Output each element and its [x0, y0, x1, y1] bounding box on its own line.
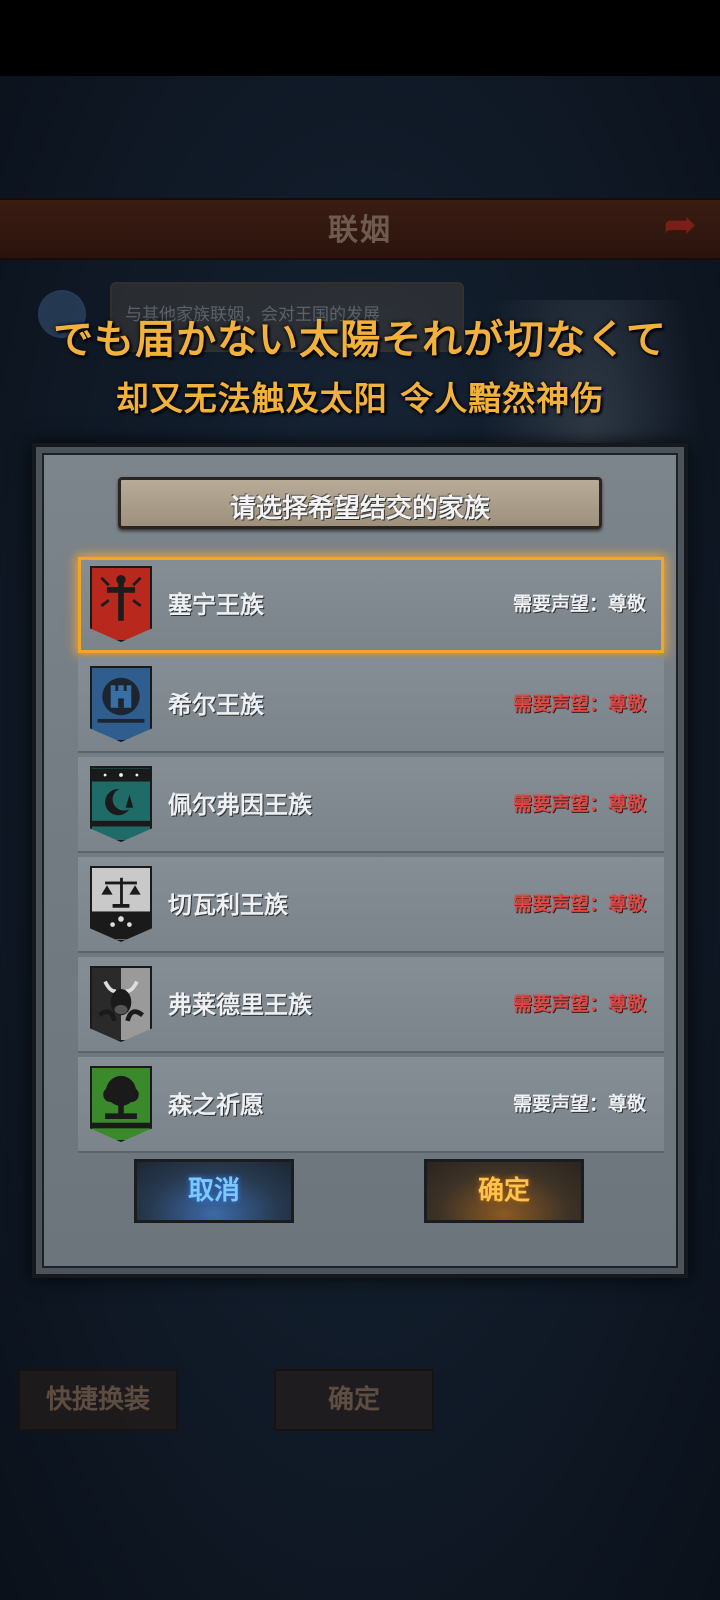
bull-crest-icon	[90, 966, 152, 1042]
cancel-button[interactable]: 取消	[134, 1159, 294, 1223]
house-name: 希尔王族	[168, 691, 264, 719]
background-page-title: 联姻	[328, 213, 392, 248]
house-list: 塞宁王族 需要声望：尊敬 希尔王族 需要声望：尊敬 佩尔弗因王族 需要声望：尊敬…	[78, 557, 664, 1157]
background-quick-equip-button: 快捷换装	[18, 1369, 178, 1431]
house-row-hill[interactable]: 希尔王族 需要声望：尊敬	[78, 657, 664, 753]
house-row-forest-prayer[interactable]: 森之祈愿 需要声望：尊敬	[78, 1057, 664, 1153]
confirm-button[interactable]: 确定	[424, 1159, 584, 1223]
red-sword-crest-icon	[90, 566, 152, 642]
background-confirm-button: 确定	[274, 1369, 434, 1431]
teal-moon-crest-icon	[90, 766, 152, 842]
scales-crest-icon	[90, 866, 152, 942]
status-bar	[0, 0, 720, 76]
reputation-requirement: 需要声望：尊敬	[512, 693, 646, 715]
subtitle-japanese: でも届かない太陽それが切なくて	[53, 317, 667, 363]
tree-crest-icon	[90, 1066, 152, 1142]
subtitle-chinese: 却又无法触及太阳 令人黯然神伤	[115, 379, 605, 418]
house-name: 佩尔弗因王族	[168, 791, 312, 819]
house-row-senning[interactable]: 塞宁王族 需要声望：尊敬	[78, 557, 664, 653]
house-name: 森之祈愿	[168, 1091, 264, 1119]
reputation-requirement: 需要声望：尊敬	[512, 993, 646, 1015]
back-arrow-icon: ➦	[663, 202, 697, 248]
house-name: 切瓦利王族	[168, 891, 288, 919]
reputation-requirement: 需要声望：尊敬	[512, 1093, 646, 1115]
reputation-requirement: 需要声望：尊敬	[512, 793, 646, 815]
reputation-requirement: 需要声望：尊敬	[512, 593, 646, 615]
dialog-header-banner: 请选择希望结交的家族	[118, 477, 602, 529]
reputation-requirement: 需要声望：尊敬	[512, 893, 646, 915]
house-name: 塞宁王族	[168, 591, 264, 619]
dialog-title: 请选择希望结交的家族	[229, 494, 490, 524]
house-row-fredri[interactable]: 弗莱德里王族 需要声望：尊敬	[78, 957, 664, 1053]
house-row-pelfoyin[interactable]: 佩尔弗因王族 需要声望：尊敬	[78, 757, 664, 853]
house-select-dialog: 请选择希望结交的家族 塞宁王族 需要声望：尊敬 希尔王族 需要声望：尊敬 佩尔弗…	[32, 443, 688, 1278]
house-name: 弗莱德里王族	[168, 991, 312, 1019]
blue-castle-crest-icon	[90, 666, 152, 742]
house-row-chevali[interactable]: 切瓦利王族 需要声望：尊敬	[78, 857, 664, 953]
